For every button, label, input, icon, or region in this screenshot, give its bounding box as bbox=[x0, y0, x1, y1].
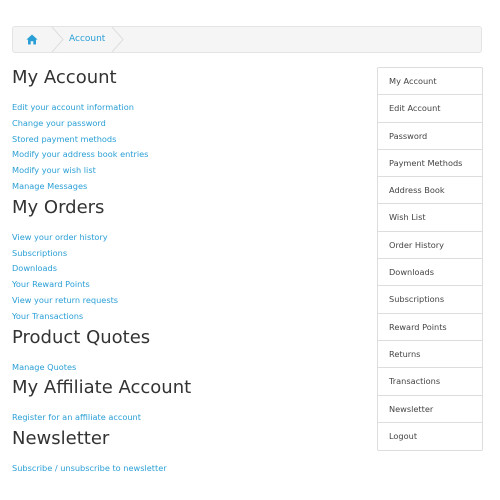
section-title: My Affiliate Account bbox=[12, 377, 192, 399]
sidebar-item-my-account[interactable]: My Account bbox=[378, 68, 482, 96]
newsletter-subscribe-link[interactable]: Subscribe / unsubscribe to newsletter bbox=[12, 463, 167, 473]
section-my-account: My Account Edit your account information… bbox=[12, 66, 352, 191]
section-title: Newsletter bbox=[12, 428, 110, 450]
account-content: My Account Edit your account information… bbox=[12, 66, 352, 478]
section-my-orders: My Orders View your order history Subscr… bbox=[12, 196, 352, 321]
manage-messages-link[interactable]: Manage Messages bbox=[12, 181, 87, 191]
sidebar-item-reward-points[interactable]: Reward Points bbox=[378, 314, 482, 341]
account-sidebar: My Account Edit Account Password Payment… bbox=[377, 67, 483, 452]
sidebar-item-order-history[interactable]: Order History bbox=[378, 232, 482, 260]
sidebar-item-address-book[interactable]: Address Book bbox=[378, 177, 482, 205]
sidebar-item-logout[interactable]: Logout bbox=[378, 423, 482, 450]
link-list: View your order history Subscriptions Do… bbox=[12, 225, 352, 321]
sidebar-item-wish-list[interactable]: Wish List bbox=[378, 204, 482, 232]
sidebar-item-newsletter[interactable]: Newsletter bbox=[378, 396, 482, 423]
home-icon bbox=[26, 34, 38, 45]
sidebar-item-downloads[interactable]: Downloads bbox=[378, 259, 482, 287]
breadcrumb-separator bbox=[51, 27, 64, 52]
manage-quotes-link[interactable]: Manage Quotes bbox=[12, 362, 76, 372]
sidebar-item-returns[interactable]: Returns bbox=[378, 341, 482, 369]
breadcrumb-account[interactable]: Account bbox=[65, 26, 111, 53]
transactions-link[interactable]: Your Transactions bbox=[12, 311, 83, 321]
section-title: Product Quotes bbox=[12, 326, 151, 348]
sidebar-item-subscriptions[interactable]: Subscriptions bbox=[378, 286, 482, 314]
breadcrumb-home[interactable] bbox=[13, 27, 51, 52]
sidebar-item-payment-methods[interactable]: Payment Methods bbox=[378, 150, 482, 178]
register-affiliate-link[interactable]: Register for an affiliate account bbox=[12, 412, 141, 422]
link-list: Subscribe / unsubscribe to newsletter bbox=[12, 456, 352, 473]
breadcrumb: Account bbox=[12, 26, 482, 53]
section-title: My Orders bbox=[12, 196, 105, 218]
section-title: My Account bbox=[12, 67, 117, 88]
link-list: Edit your account information Change you… bbox=[12, 95, 352, 191]
sidebar-item-transactions[interactable]: Transactions bbox=[378, 368, 482, 396]
section-newsletter: Newsletter Subscribe / unsubscribe to ne… bbox=[12, 427, 352, 473]
section-product-quotes: Product Quotes Manage Quotes bbox=[12, 326, 352, 372]
link-list: Register for an affiliate account bbox=[12, 405, 352, 422]
sidebar-item-edit-account[interactable]: Edit Account bbox=[378, 95, 482, 123]
breadcrumb-separator bbox=[111, 27, 124, 52]
section-affiliate: My Affiliate Account Register for an aff… bbox=[12, 376, 352, 422]
sidebar-item-password[interactable]: Password bbox=[378, 123, 482, 150]
link-list: Manage Quotes bbox=[12, 355, 352, 372]
